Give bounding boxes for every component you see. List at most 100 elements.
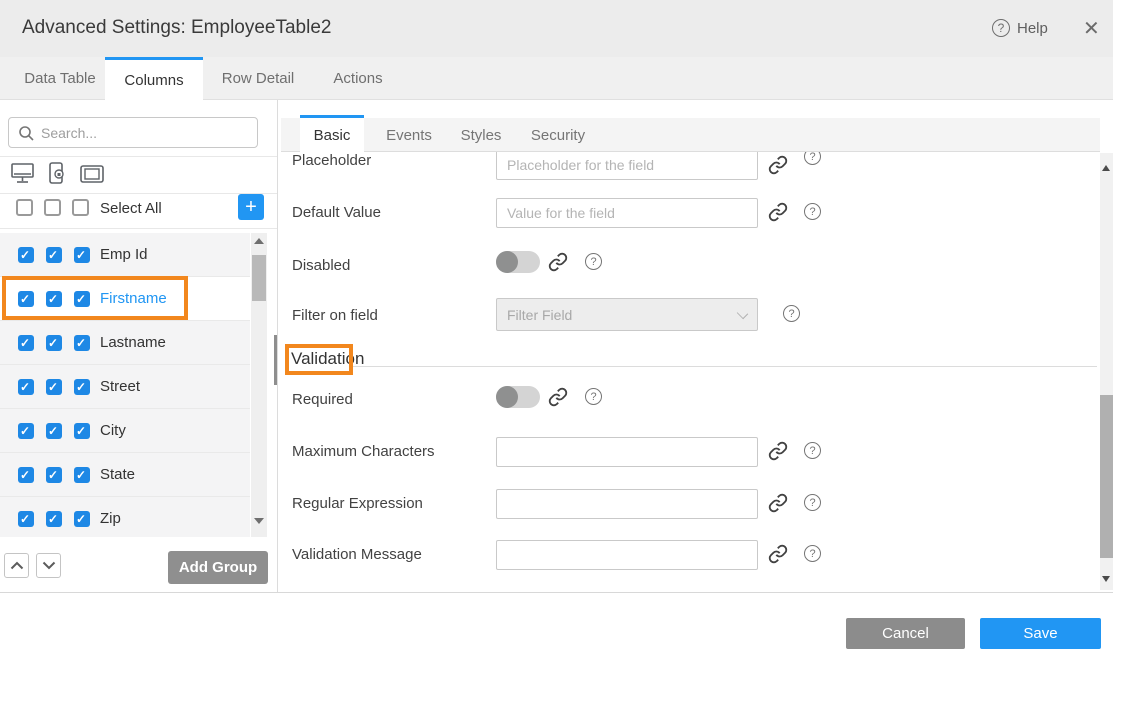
checkbox[interactable] xyxy=(18,467,34,483)
link-icon[interactable] xyxy=(768,155,788,175)
checkbox[interactable] xyxy=(46,379,62,395)
placeholder-input[interactable] xyxy=(496,150,758,180)
checkbox[interactable] xyxy=(18,335,34,351)
tab-styles[interactable]: Styles xyxy=(450,118,512,152)
disabled-toggle[interactable] xyxy=(496,251,540,273)
cancel-button[interactable]: Cancel xyxy=(846,618,965,649)
checkbox[interactable] xyxy=(74,423,90,439)
select-all-label: Select All xyxy=(100,200,162,217)
mobile-icon[interactable] xyxy=(47,161,67,186)
field-label-maximum-characters: Maximum Characters xyxy=(292,443,435,460)
list-item-zip[interactable]: Zip xyxy=(0,497,250,537)
tab-data-table[interactable]: Data Table xyxy=(0,57,120,100)
add-group-button[interactable]: Add Group xyxy=(168,551,268,584)
field-label-filter-on-field: Filter on field xyxy=(292,307,378,324)
move-column-down-button[interactable] xyxy=(36,553,61,578)
select-all-checkbox-desktop[interactable] xyxy=(16,199,33,216)
field-label-regular-expression: Regular Expression xyxy=(292,495,423,512)
field-label-disabled: Disabled xyxy=(292,257,350,274)
list-item-city[interactable]: City xyxy=(0,409,250,453)
close-icon[interactable]: ✕ xyxy=(1083,16,1100,41)
scroll-up-icon[interactable] xyxy=(254,238,264,244)
checkbox[interactable] xyxy=(18,291,34,307)
divider-scrollbar-thumb[interactable] xyxy=(274,335,277,385)
help-icon[interactable]: ? xyxy=(804,442,821,459)
checkbox[interactable] xyxy=(74,247,90,263)
tablet-icon[interactable] xyxy=(79,163,106,185)
chevron-down-icon xyxy=(737,308,748,319)
filter-field-select[interactable]: Filter Field xyxy=(496,298,758,331)
help-icon[interactable]: ? xyxy=(585,388,602,405)
validation-message-input[interactable] xyxy=(496,540,758,570)
checkbox[interactable] xyxy=(18,423,34,439)
checkbox[interactable] xyxy=(46,291,62,307)
dialog-tabbar: Data Table Columns Row Detail Actions xyxy=(0,57,1113,100)
list-item-street[interactable]: Street xyxy=(0,365,250,409)
required-toggle[interactable] xyxy=(496,386,540,408)
checkbox[interactable] xyxy=(46,335,62,351)
tab-columns[interactable]: Columns xyxy=(105,57,203,101)
checkbox[interactable] xyxy=(74,511,90,527)
link-icon[interactable] xyxy=(548,252,568,272)
search-input[interactable] xyxy=(41,118,251,147)
maximum-characters-input[interactable] xyxy=(496,437,758,467)
tab-events[interactable]: Events xyxy=(374,118,444,152)
checkbox[interactable] xyxy=(46,467,62,483)
scroll-down-icon[interactable] xyxy=(254,518,264,524)
tab-row-detail[interactable]: Row Detail xyxy=(203,57,313,100)
checkbox[interactable] xyxy=(74,335,90,351)
link-icon[interactable] xyxy=(768,441,788,461)
help-icon: ? xyxy=(992,19,1010,37)
checkbox[interactable] xyxy=(46,511,62,527)
add-column-button[interactable]: + xyxy=(238,194,264,220)
advanced-settings-dialog: Advanced Settings: EmployeeTable2 ? Help… xyxy=(0,0,1148,717)
move-column-up-button[interactable] xyxy=(4,553,29,578)
tab-basic[interactable]: Basic xyxy=(300,115,364,153)
help-icon[interactable]: ? xyxy=(804,545,821,562)
checkbox[interactable] xyxy=(46,247,62,263)
sidebar-scrollbar[interactable] xyxy=(251,233,267,537)
link-icon[interactable] xyxy=(548,387,568,407)
checkbox[interactable] xyxy=(18,511,34,527)
field-label-validation-message: Validation Message xyxy=(292,546,422,563)
search-icon xyxy=(18,125,35,142)
list-item-state[interactable]: State xyxy=(0,453,250,497)
list-item-firstname[interactable]: Firstname xyxy=(0,277,250,321)
scroll-down-icon[interactable] xyxy=(1102,576,1110,582)
checkbox[interactable] xyxy=(18,247,34,263)
scrollbar-thumb[interactable] xyxy=(1100,395,1113,558)
checkbox[interactable] xyxy=(46,423,62,439)
desktop-icon[interactable] xyxy=(10,162,35,185)
field-label-placeholder: Placeholder xyxy=(292,152,371,169)
help-icon[interactable]: ? xyxy=(804,494,821,511)
device-toggle-row xyxy=(10,161,106,186)
scroll-up-icon[interactable] xyxy=(1102,165,1110,171)
scrollbar-thumb[interactable] xyxy=(252,255,266,301)
section-divider xyxy=(351,366,1097,367)
link-icon[interactable] xyxy=(768,544,788,564)
chevron-up-icon xyxy=(10,561,24,570)
help-label: Help xyxy=(1017,20,1048,37)
save-button[interactable]: Save xyxy=(980,618,1101,649)
checkbox[interactable] xyxy=(18,379,34,395)
toggle-knob xyxy=(496,251,518,273)
list-item-lastname[interactable]: Lastname xyxy=(0,321,250,365)
checkbox[interactable] xyxy=(74,291,90,307)
panel-scrollbar[interactable] xyxy=(1100,153,1113,590)
regular-expression-input[interactable] xyxy=(496,489,758,519)
link-icon[interactable] xyxy=(768,493,788,513)
help-icon[interactable]: ? xyxy=(804,203,821,220)
help-icon[interactable]: ? xyxy=(585,253,602,270)
checkbox[interactable] xyxy=(74,467,90,483)
list-item-emp-id[interactable]: Emp Id xyxy=(0,233,250,277)
link-icon[interactable] xyxy=(768,202,788,222)
tab-actions[interactable]: Actions xyxy=(313,57,403,100)
default-value-input[interactable] xyxy=(496,198,758,228)
select-all-checkbox-tablet[interactable] xyxy=(72,199,89,216)
help-button[interactable]: ? Help xyxy=(992,19,1048,37)
help-icon[interactable]: ? xyxy=(783,305,800,322)
tab-security[interactable]: Security xyxy=(519,118,597,152)
field-label-required: Required xyxy=(292,391,353,408)
checkbox[interactable] xyxy=(74,379,90,395)
select-all-checkbox-mobile[interactable] xyxy=(44,199,61,216)
